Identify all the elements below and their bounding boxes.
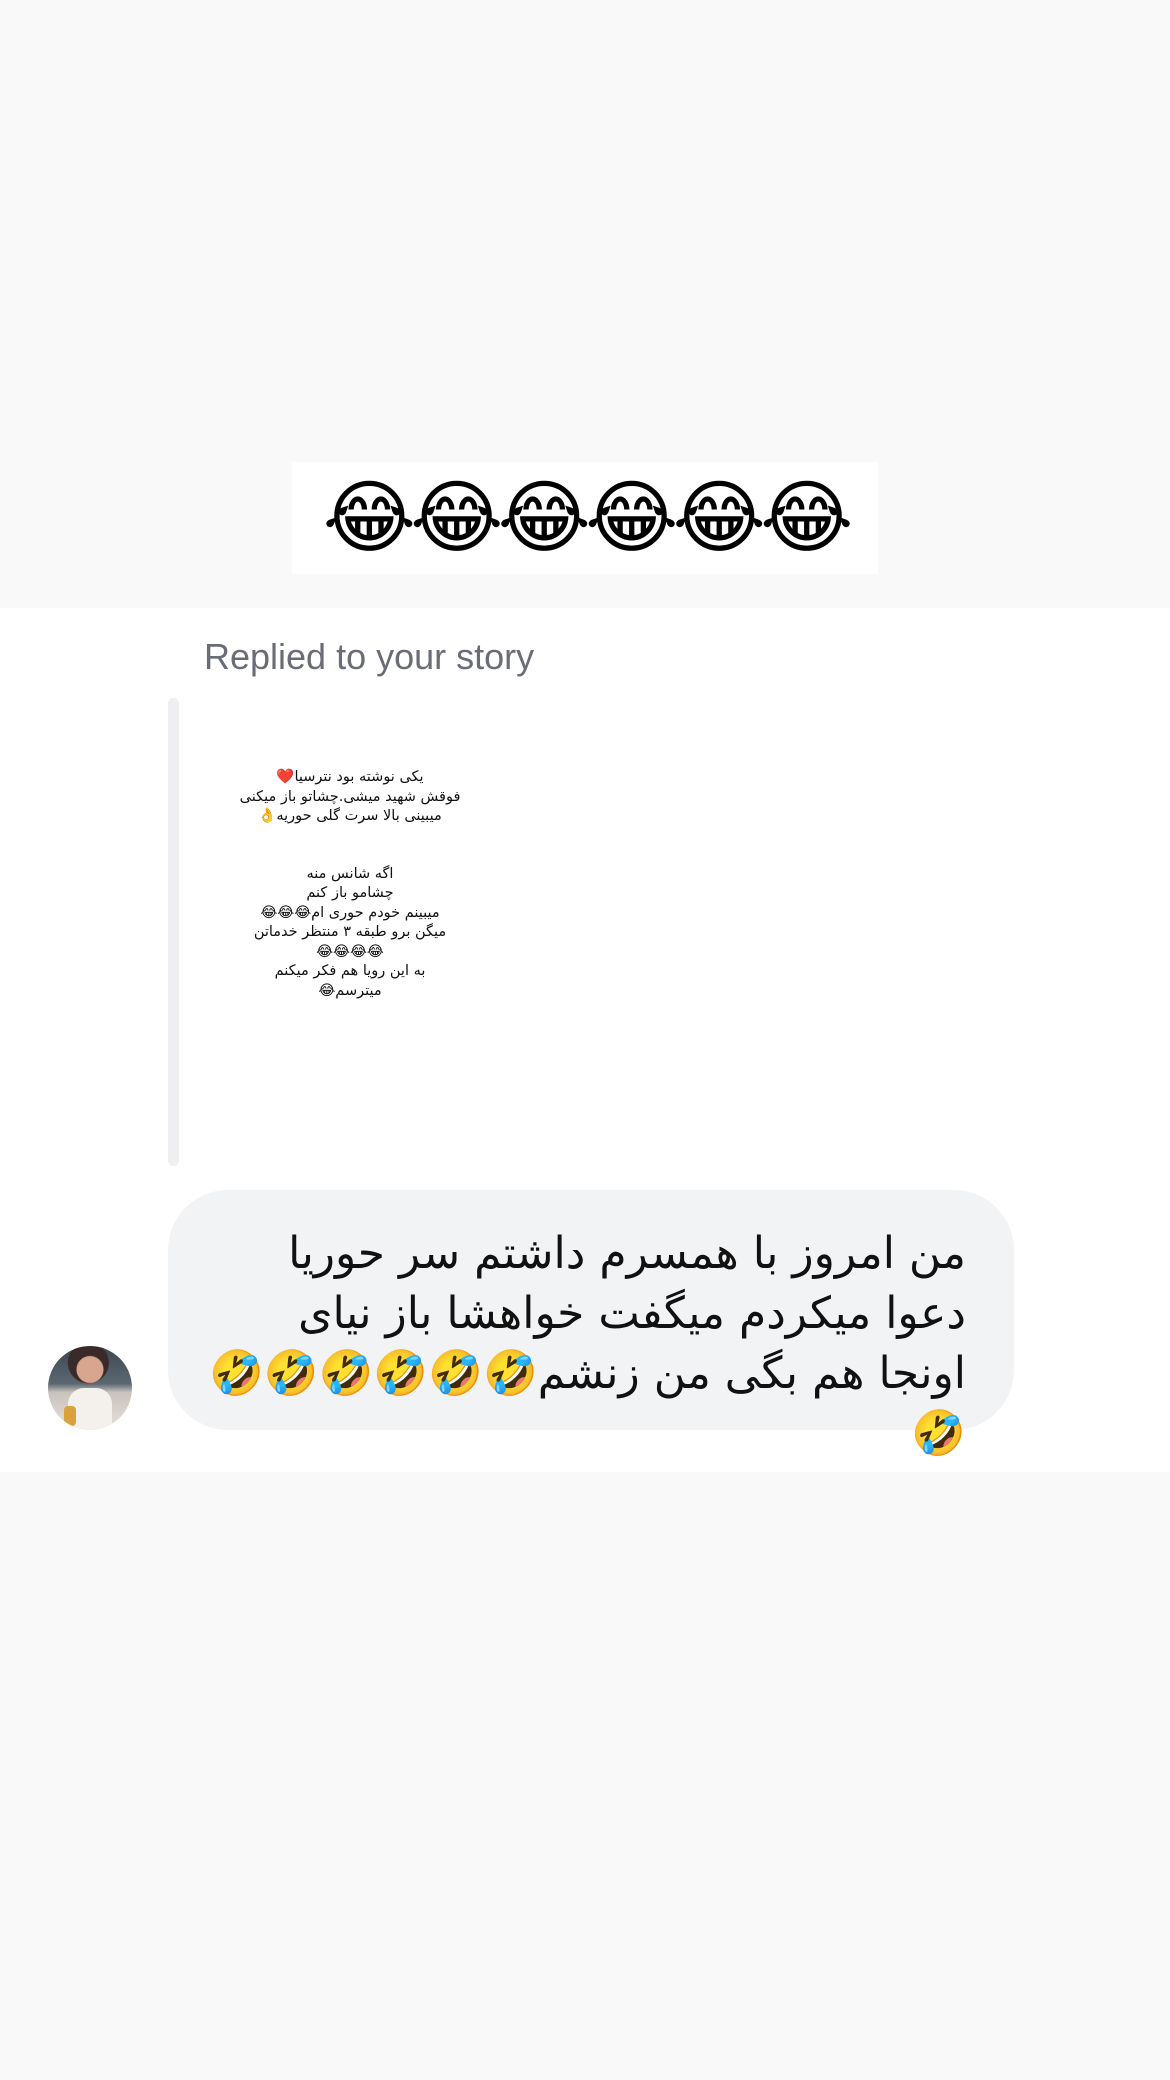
story-spacer <box>220 827 480 865</box>
story-line: اگه شانس منه <box>306 865 394 882</box>
story-line: به این رویا هم فکر میکنم <box>274 963 426 979</box>
avatar-accent <box>64 1406 76 1426</box>
story-line: میگن برو طبقه ۳ منتظر خدماتن <box>253 924 447 940</box>
replied-to-story-label: Replied to your story <box>204 636 535 677</box>
message-thread: Replied to your story یکی نوشته بود نترس… <box>0 608 1170 1472</box>
story-preview[interactable]: یکی نوشته بود نترسیا❤️ فوقش شهید میشی.چش… <box>220 768 480 1038</box>
story-line: چشامو باز کنم <box>306 885 394 901</box>
quote-bar <box>168 698 179 1166</box>
message-bubble[interactable]: من امروز با همسرم داشتم سر حوریا دعوا می… <box>168 1190 1014 1459</box>
story-line: 😂😂😂😂 <box>316 943 384 960</box>
story-line: میبینی بالا سرت گلی حوریه👌 <box>258 808 442 824</box>
story-line: یکی نوشته بود نترسیا❤️ <box>276 769 424 785</box>
story-emoji-banner: 😂😂😂😂😂😂 <box>292 462 878 574</box>
story-line: فوقش شهید میشی.چشاتو باز میکنی <box>239 788 461 805</box>
story-line: میترسم😂 <box>318 982 382 999</box>
story-line: میبینم خودم حوری ام😂😂😂 <box>260 904 440 921</box>
avatar[interactable] <box>48 1346 132 1430</box>
